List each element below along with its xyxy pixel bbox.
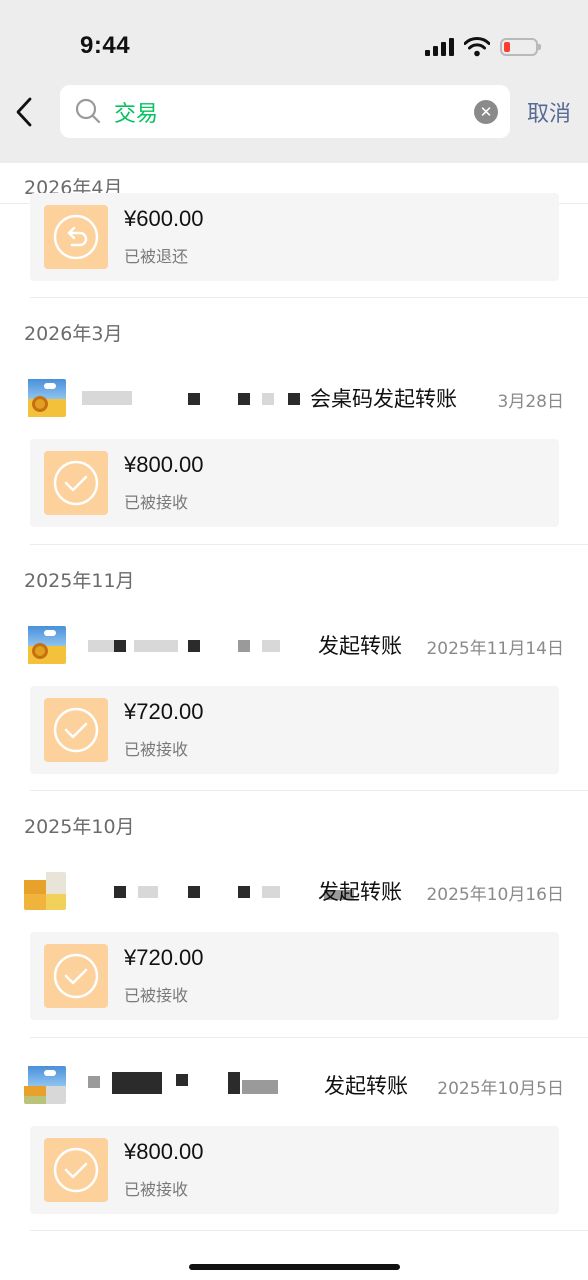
divider: [30, 1037, 588, 1038]
transaction-list[interactable]: 2026年4月 ¥600.00 已被退还 2026年3月 会桌码发起转账 3月2…: [0, 163, 588, 1280]
transfer-status: 已被接收: [124, 986, 189, 1005]
month-header: 2025年11月: [24, 570, 135, 592]
status-icons: [425, 36, 541, 58]
transfer-amount: ¥720.00: [124, 699, 204, 724]
sender-row[interactable]: 发起转账 2025年10月16日: [24, 872, 564, 912]
transfer-card[interactable]: ¥800.00 已被接收: [30, 439, 559, 527]
divider: [30, 544, 588, 545]
wifi-icon: [464, 37, 490, 57]
transfer-status: 已被退还: [124, 247, 189, 266]
check-icon: [44, 698, 108, 762]
top-bar: 9:44 ✕ 取消: [0, 0, 588, 163]
transfer-amount: ¥600.00: [124, 206, 204, 231]
sender-row[interactable]: 会桌码发起转账 3月28日: [24, 379, 564, 419]
avatar: [24, 1066, 66, 1104]
month-header: 2025年10月: [24, 816, 135, 838]
check-icon: [44, 944, 108, 1008]
sender-text: 发起转账: [324, 1074, 408, 1098]
cancel-button[interactable]: 取消: [527, 96, 571, 128]
avatar: [24, 872, 66, 910]
transfer-date: 3月28日: [497, 392, 564, 412]
avatar: [24, 379, 66, 417]
transfer-date: 2025年10月16日: [426, 885, 564, 905]
redacted-name: [114, 886, 126, 898]
divider: [30, 1230, 588, 1231]
transfer-amount: ¥800.00: [124, 452, 204, 477]
check-icon: [44, 1138, 108, 1202]
sender-row[interactable]: 发起转账 2025年10月5日: [24, 1066, 564, 1106]
divider: [30, 790, 588, 791]
transfer-amount: ¥800.00: [124, 1139, 204, 1164]
search-bar[interactable]: ✕: [60, 85, 510, 138]
check-icon: [44, 451, 108, 515]
status-time: 9:44: [80, 32, 131, 59]
sender-text: 发起转账: [318, 634, 402, 658]
transfer-card[interactable]: ¥800.00 已被接收: [30, 1126, 559, 1214]
divider: [30, 297, 588, 298]
home-indicator[interactable]: [189, 1264, 400, 1270]
transfer-status: 已被接收: [124, 1180, 189, 1199]
clear-search-icon[interactable]: ✕: [474, 100, 498, 124]
transfer-status: 已被接收: [124, 493, 189, 512]
transfer-card[interactable]: ¥720.00 已被接收: [30, 932, 559, 1020]
back-arrow-icon[interactable]: [12, 94, 40, 130]
search-input[interactable]: [114, 93, 474, 131]
cellular-signal-icon: [425, 38, 454, 56]
transfer-date: 2025年10月5日: [437, 1079, 564, 1099]
transfer-date: 2025年11月14日: [426, 639, 564, 659]
transfer-status: 已被接收: [124, 740, 189, 759]
transfer-card[interactable]: ¥600.00 已被退还: [30, 193, 559, 281]
battery-icon: [500, 38, 541, 56]
sender-text: 会桌码发起转账: [310, 387, 457, 411]
sender-row[interactable]: 发起转账 2025年11月14日: [24, 626, 564, 666]
avatar: [24, 626, 66, 664]
search-icon: [75, 98, 101, 124]
redacted-name: [88, 1076, 100, 1088]
redacted-name: [82, 391, 132, 405]
sender-text: 发起转账: [318, 880, 402, 904]
transfer-card[interactable]: ¥720.00 已被接收: [30, 686, 559, 774]
transfer-amount: ¥720.00: [124, 945, 204, 970]
month-header: 2026年3月: [24, 323, 123, 345]
refund-icon: [44, 205, 108, 269]
